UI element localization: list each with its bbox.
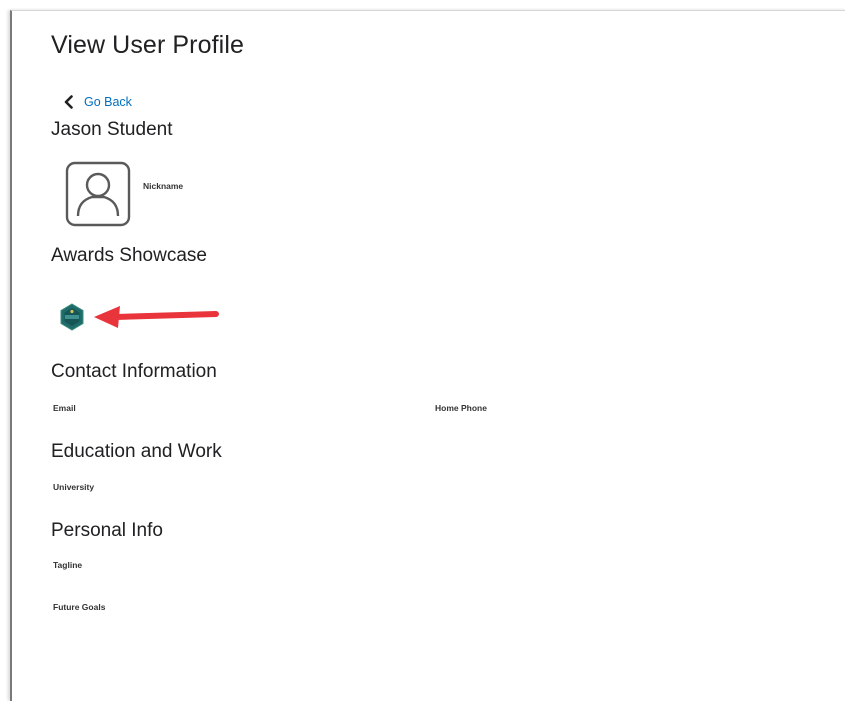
email-label: Email (53, 403, 76, 413)
chevron-left-icon (64, 95, 73, 109)
awards-showcase-heading: Awards Showcase (51, 245, 207, 266)
go-back-link[interactable]: Go Back (62, 95, 132, 109)
education-and-work-heading: Education and Work (51, 441, 222, 462)
university-label: University (53, 482, 95, 492)
profile-window: View User Profile Go Back Jason Student … (10, 10, 845, 701)
annotation-arrow-icon (94, 306, 219, 328)
go-back-label: Go Back (84, 95, 132, 109)
personal-info-heading: Personal Info (51, 520, 163, 541)
page-title: View User Profile (51, 31, 244, 59)
future-goals-label: Future Goals (53, 602, 106, 612)
award-badge-icon[interactable] (58, 303, 86, 331)
tagline-label: Tagline (53, 560, 83, 570)
user-name: Jason Student (51, 119, 173, 140)
contact-information-heading: Contact Information (51, 361, 217, 382)
home-phone-label: Home Phone (435, 403, 487, 413)
nickname-label: Nickname (143, 181, 184, 191)
user-silhouette-icon (65, 161, 131, 227)
